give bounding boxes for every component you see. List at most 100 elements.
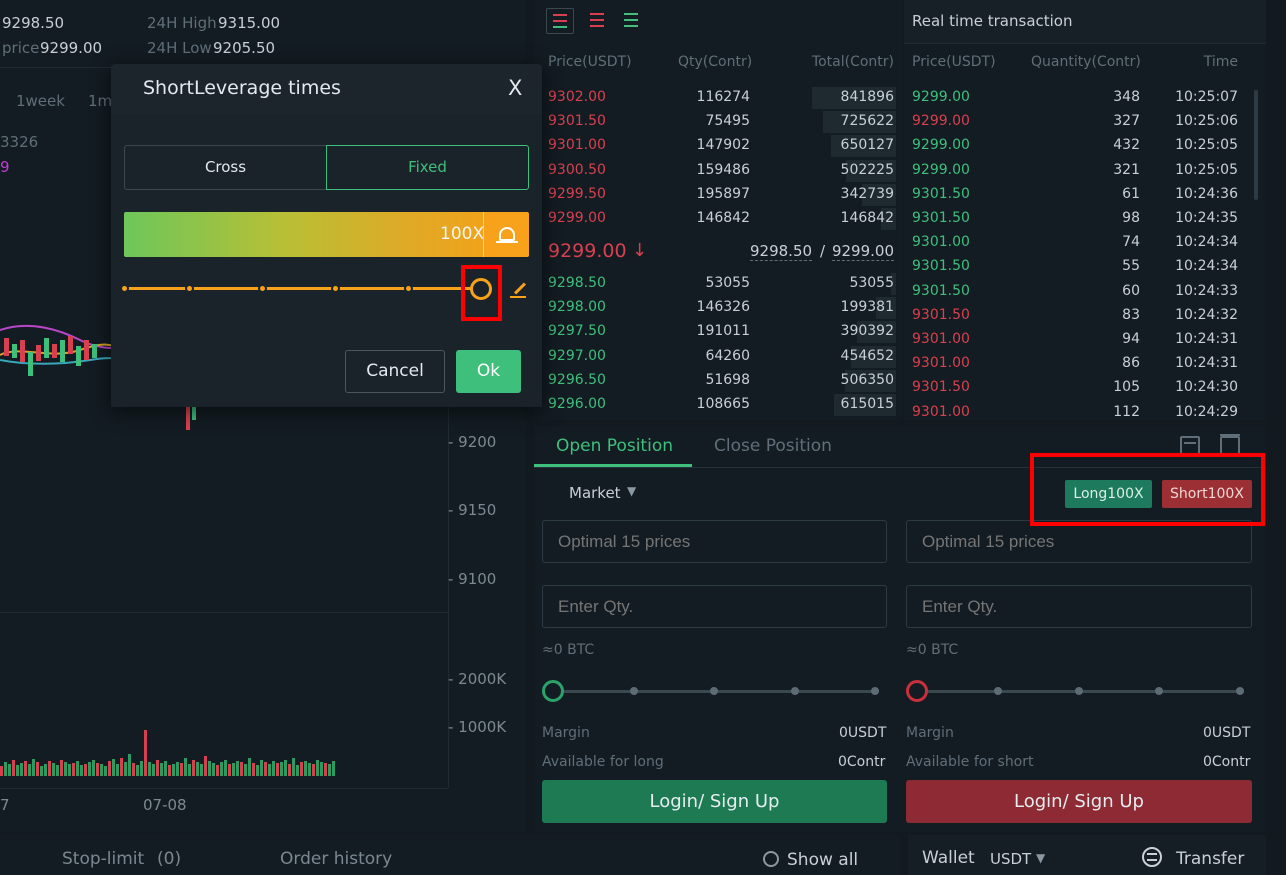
volume-bar <box>44 764 47 776</box>
short-price-input[interactable] <box>906 520 1252 563</box>
alarm-icon[interactable] <box>483 212 529 257</box>
mode-fixed-button[interactable]: Fixed <box>326 145 529 190</box>
volume-bar <box>104 766 107 776</box>
trade-price: 9301.50 <box>912 282 970 299</box>
trade-row: 9299.00 327 10:25:06 <box>904 110 1266 134</box>
transfer-button[interactable]: Transfer <box>1176 849 1244 869</box>
volume-bar <box>184 758 187 776</box>
trade-price: 9301.50 <box>912 185 970 202</box>
volume-bar <box>204 756 207 776</box>
wallet-bar: Wallet USDT ▼ Transfer <box>908 835 1266 875</box>
ob-qty: 159486 <box>696 161 750 178</box>
order-book: Price(USDT) Qty(Contr) Total(Contr) 9299… <box>534 0 902 420</box>
order-type-select[interactable]: Market <box>569 484 621 502</box>
long-amount-slider[interactable] <box>542 680 887 702</box>
transfer-icon[interactable] <box>1142 847 1162 867</box>
order-book-both-icon[interactable] <box>546 8 574 34</box>
ask-row[interactable]: 9302.00 116274 841896 <box>534 86 902 110</box>
order-book-bids-icon[interactable] <box>620 8 644 34</box>
volume-bar <box>236 761 239 776</box>
long-qty-input[interactable] <box>542 585 887 628</box>
tab-order-history[interactable]: Order history <box>280 849 392 869</box>
long-slider-handle[interactable] <box>542 680 564 702</box>
bid-row[interactable]: 9298.50 53055 53055 <box>534 272 902 296</box>
order-book-asks-icon[interactable] <box>586 8 610 34</box>
tab-close-position[interactable]: Close Position <box>714 436 832 456</box>
trade-price: 9299.00 <box>912 89 970 105</box>
volume-bar <box>48 761 51 776</box>
short-amount-slider[interactable] <box>906 680 1252 702</box>
trade-qty: 55 <box>1122 258 1140 275</box>
short-qty-input[interactable] <box>906 585 1252 628</box>
volume-bar <box>176 762 179 776</box>
trade-qty: 321 <box>1113 161 1140 178</box>
volume-bar <box>96 763 99 776</box>
volume-bar <box>84 764 87 776</box>
bid-row[interactable]: 9297.00 64260 454652 <box>534 345 902 369</box>
volume-bar <box>200 764 203 776</box>
volume-bar <box>132 763 135 776</box>
volume-bar <box>16 765 19 776</box>
ob-header-price: Price(USDT) <box>548 54 632 70</box>
leverage-slider[interactable] <box>119 278 499 300</box>
tab-stop-limit[interactable]: Stop-limit <box>62 849 144 869</box>
long-margin-value: 0USDT <box>839 725 887 741</box>
tab-open-position[interactable]: Open Position <box>556 436 673 456</box>
period-1m[interactable]: 1m <box>88 92 112 110</box>
wallet-label: Wallet <box>922 848 975 868</box>
show-all-radio[interactable] <box>763 851 779 867</box>
trade-qty: 60 <box>1122 282 1140 299</box>
chevron-down-icon[interactable]: ▼ <box>1036 851 1045 865</box>
trade-row: 9301.00 94 10:24:31 <box>904 328 1266 352</box>
volume-bar <box>224 760 227 776</box>
long-login-button[interactable]: Login/ Sign Up <box>542 780 887 823</box>
highlight-box-slider-handle <box>461 265 502 321</box>
avail-long-value: 0Contr <box>838 754 886 770</box>
bid-row[interactable]: 9297.50 191011 390392 <box>534 320 902 344</box>
bid-row[interactable]: 9298.00 146326 199381 <box>534 296 902 320</box>
price-label: price <box>2 39 40 57</box>
volume-bar <box>32 759 35 776</box>
tab-active-indicator <box>534 464 692 467</box>
short-login-button[interactable]: Login/ Sign Up <box>906 780 1252 823</box>
bid-row[interactable]: 9296.50 51698 506350 <box>534 369 902 393</box>
ask-row[interactable]: 9299.00 146842 146842 <box>534 207 902 231</box>
mode-cross-button[interactable]: Cross <box>124 145 327 190</box>
ask-row[interactable]: 9301.00 147902 650127 <box>534 134 902 158</box>
volume-bar <box>88 762 91 776</box>
ob-qty: 75495 <box>705 113 750 130</box>
volume-bar <box>124 762 127 776</box>
short-slider-handle[interactable] <box>906 680 928 702</box>
volume-bar <box>20 763 23 776</box>
ask-row[interactable]: 9300.50 159486 502225 <box>534 159 902 183</box>
ob-price: 9299.00 <box>548 210 606 226</box>
wallet-currency-select[interactable]: USDT <box>990 850 1031 868</box>
volume-bar <box>328 764 331 776</box>
volume-bar <box>284 760 287 776</box>
ob-price: 9301.50 <box>548 113 606 130</box>
chevron-down-icon[interactable]: ▼ <box>627 484 636 498</box>
bid-row[interactable]: 9296.00 108665 615015 <box>534 393 902 417</box>
trade-price: 9301.50 <box>912 379 970 396</box>
trade-row: 9301.00 112 10:24:29 <box>904 401 1266 425</box>
volume-bar <box>252 763 255 776</box>
indicator-value-2: 9 <box>0 158 10 176</box>
ticker-header: 9298.50 price 9299.00 24H High 9315.00 2… <box>0 0 525 68</box>
ob-total: 342739 <box>840 185 894 202</box>
close-icon[interactable]: X <box>508 76 522 100</box>
long-price-input[interactable] <box>542 520 887 563</box>
ob-qty: 195897 <box>696 185 750 202</box>
ask-row[interactable]: 9301.50 75495 725622 <box>534 110 902 134</box>
trade-time: 10:25:07 <box>1175 89 1238 105</box>
leverage-fill <box>124 212 483 257</box>
ob-price: 9300.50 <box>548 161 606 178</box>
ask-row[interactable]: 9299.50 195897 342739 <box>534 183 902 207</box>
volume-bar <box>60 760 63 776</box>
trade-row: 9301.50 61 10:24:36 <box>904 183 1266 207</box>
ok-button[interactable]: Ok <box>456 350 521 393</box>
edit-pencil-icon[interactable] <box>510 280 528 298</box>
period-1week[interactable]: 1week <box>16 92 65 110</box>
low-value: 9205.50 <box>213 39 276 57</box>
trade-row: 9301.50 60 10:24:33 <box>904 280 1266 304</box>
cancel-button[interactable]: Cancel <box>345 350 445 393</box>
